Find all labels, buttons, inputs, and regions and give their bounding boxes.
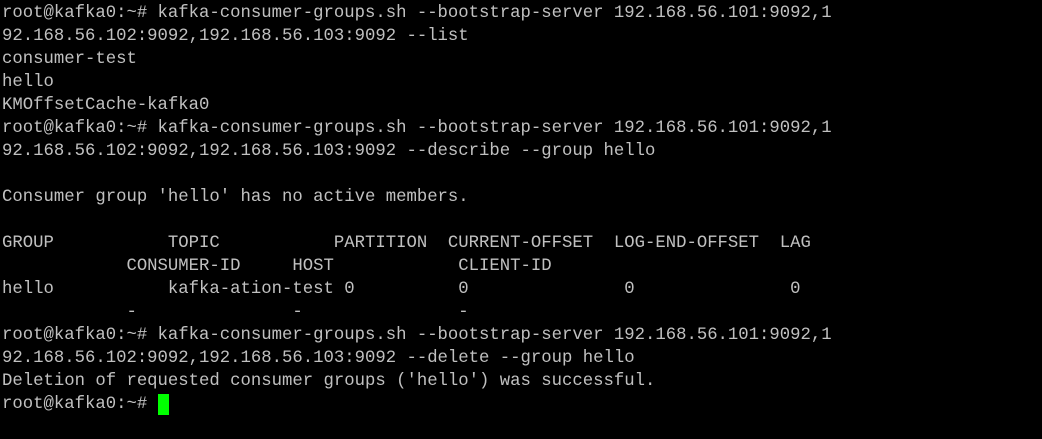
- output-group-kmoffsetcache: KMOffsetCache-kafka0: [2, 96, 210, 115]
- table-header-row-1: GROUP TOPIC PARTITION CURRENT-OFFSET LOG…: [2, 234, 811, 253]
- terminal-cursor: [157, 394, 169, 415]
- prompt-line[interactable]: root@kafka0:~#: [2, 393, 1042, 416]
- table-header-row-2: CONSUMER-ID HOST CLIENT-ID: [2, 257, 552, 276]
- table-row-continuation: - - -: [2, 303, 469, 322]
- command-line-list-2: 92.168.56.102:9092,192.168.56.103:9092 -…: [2, 27, 469, 46]
- table-row: hello kafka-ation-test 0 0 0 0: [2, 280, 801, 299]
- output-group-hello: hello: [2, 73, 54, 92]
- command-line-delete-2: 92.168.56.102:9092,192.168.56.103:9092 -…: [2, 349, 635, 368]
- output-deletion-success: Deletion of requested consumer groups ('…: [2, 372, 656, 391]
- terminal-window[interactable]: root@kafka0:~# kafka-consumer-groups.sh …: [0, 0, 1042, 439]
- command-line-describe-2: 92.168.56.102:9092,192.168.56.103:9092 -…: [2, 142, 656, 161]
- output-no-active-members: Consumer group 'hello' has no active mem…: [2, 188, 469, 207]
- command-line-describe-1: root@kafka0:~# kafka-consumer-groups.sh …: [2, 119, 832, 138]
- output-group-consumer-test: consumer-test: [2, 50, 137, 69]
- command-line-delete-1: root@kafka0:~# kafka-consumer-groups.sh …: [2, 326, 832, 345]
- prompt: root@kafka0:~#: [2, 395, 158, 414]
- command-line-list-1: root@kafka0:~# kafka-consumer-groups.sh …: [2, 4, 832, 23]
